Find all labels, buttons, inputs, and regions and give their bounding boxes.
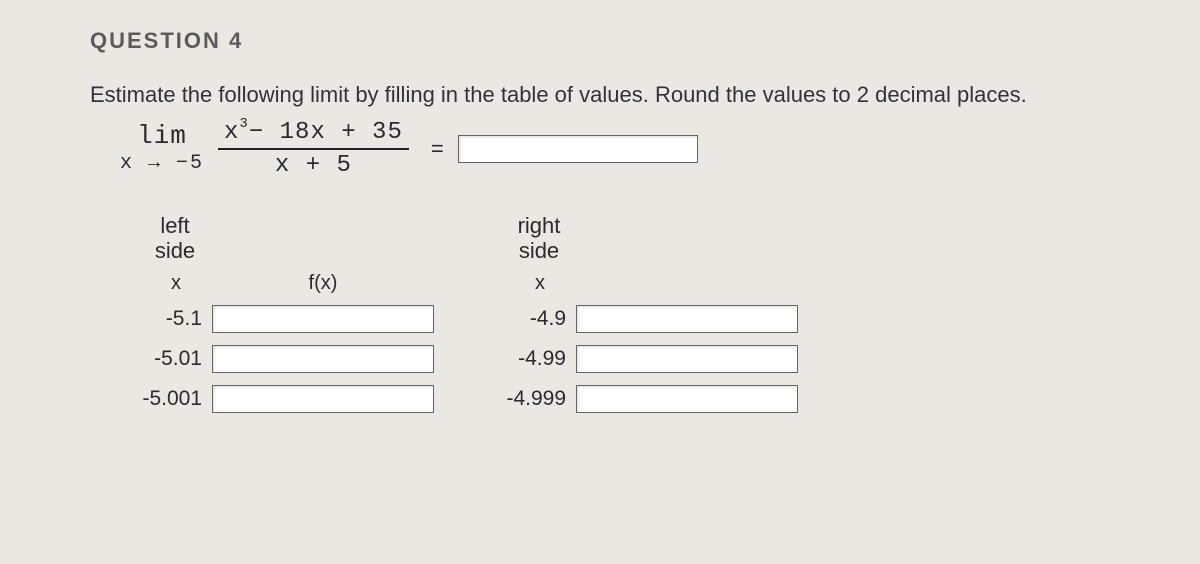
- left-col-x-header: x: [140, 272, 212, 295]
- limit-answer-input[interactable]: [458, 135, 698, 163]
- left-x-1: -5.01: [140, 347, 212, 371]
- right-fx-input-0[interactable]: [576, 305, 798, 333]
- left-x-0: -5.1: [140, 307, 212, 331]
- table-row: -5.01: [140, 345, 434, 373]
- table-row: -4.99: [504, 345, 798, 373]
- left-header-line2: side: [155, 238, 195, 263]
- num-part-b: − 18x + 35: [249, 119, 403, 146]
- value-tables: left side x f(x) -5.1 -5.01 -5.001: [140, 213, 1160, 425]
- left-header-line1: left: [160, 213, 189, 238]
- left-col-headers: x f(x): [140, 272, 434, 295]
- right-col-headers: x: [504, 272, 798, 295]
- left-fx-input-1[interactable]: [212, 345, 434, 373]
- table-row: -4.999: [504, 385, 798, 413]
- equals-sign: =: [431, 136, 444, 162]
- left-x-2: -5.001: [140, 387, 212, 411]
- left-fx-input-0[interactable]: [212, 305, 434, 333]
- lim-operator: lim x → −5: [120, 123, 204, 173]
- question-page: QUESTION 4 Estimate the following limit …: [0, 0, 1200, 455]
- question-prompt: Estimate the following limit by filling …: [90, 82, 1160, 108]
- table-row: -5.001: [140, 385, 434, 413]
- right-side-group: right side x -4.9 -4.99 -4.999: [504, 213, 798, 425]
- limit-expression: lim x → −5 x3− 18x + 35 x + 5 =: [120, 118, 1160, 179]
- lim-approach: x → −5: [120, 153, 204, 174]
- right-header-line2: side: [519, 238, 559, 263]
- right-side-header: right side: [504, 213, 574, 264]
- num-part-a: x: [224, 119, 239, 146]
- question-label: QUESTION 4: [90, 28, 1160, 54]
- left-col-fx-header: f(x): [212, 272, 434, 295]
- right-col-x-header: x: [504, 272, 576, 295]
- num-sup: 3: [239, 116, 248, 132]
- lim-text: lim: [137, 123, 187, 150]
- right-header-line1: right: [518, 213, 561, 238]
- fraction-numerator: x3− 18x + 35: [218, 118, 409, 148]
- right-x-2: -4.999: [504, 387, 576, 411]
- left-side-group: left side x f(x) -5.1 -5.01 -5.001: [140, 213, 434, 425]
- fraction: x3− 18x + 35 x + 5: [218, 118, 409, 179]
- right-x-0: -4.9: [504, 307, 576, 331]
- table-row: -4.9: [504, 305, 798, 333]
- left-side-header: left side: [140, 213, 210, 264]
- table-row: -5.1: [140, 305, 434, 333]
- right-fx-input-1[interactable]: [576, 345, 798, 373]
- right-fx-input-2[interactable]: [576, 385, 798, 413]
- right-x-1: -4.99: [504, 347, 576, 371]
- fraction-denominator: x + 5: [269, 150, 358, 179]
- left-fx-input-2[interactable]: [212, 385, 434, 413]
